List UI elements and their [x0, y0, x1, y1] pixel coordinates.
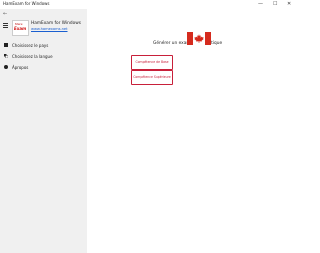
- sidebar-item-label: Choisissez le pays: [12, 43, 49, 48]
- sidebar: ← Mara Exam HamExam for Windows www.hame…: [0, 9, 87, 253]
- maximize-button[interactable]: ☐: [273, 1, 277, 7]
- sidebar-item-country[interactable]: Choisissez le pays: [0, 41, 87, 50]
- back-arrow-icon[interactable]: ←: [3, 11, 7, 17]
- info-icon: [4, 65, 8, 69]
- language-icon: [4, 54, 8, 58]
- app-name: HamExam for Windows: [31, 21, 81, 26]
- app-logo: Mara Exam: [12, 20, 29, 36]
- sidebar-item-label: Choisissez la langue: [12, 54, 53, 59]
- minimize-button[interactable]: —: [258, 1, 263, 7]
- window-title: HamExam for Windows: [3, 1, 50, 6]
- sidebar-item-language[interactable]: Choisissez la langue: [0, 52, 87, 61]
- close-button[interactable]: ✕: [287, 1, 291, 7]
- canada-flag-icon: [187, 32, 211, 45]
- basic-qualification-button[interactable]: Compétence de Base: [131, 55, 173, 70]
- hamburger-menu-icon[interactable]: [3, 23, 8, 28]
- sidebar-item-label: Àpropos: [12, 65, 29, 70]
- advanced-qualification-button[interactable]: Compétence Supérieure: [131, 70, 173, 85]
- button-label: Compétence Supérieure: [133, 75, 171, 79]
- title-bar: HamExam for Windows — ☐ ✕: [0, 0, 299, 9]
- logo-text-bottom: Exam: [14, 26, 27, 31]
- grid-icon: [4, 43, 8, 47]
- button-label: Compétence de Base: [135, 60, 169, 64]
- app-website-link[interactable]: www.hamexams.net: [31, 27, 68, 31]
- sidebar-item-about[interactable]: Àpropos: [0, 63, 87, 72]
